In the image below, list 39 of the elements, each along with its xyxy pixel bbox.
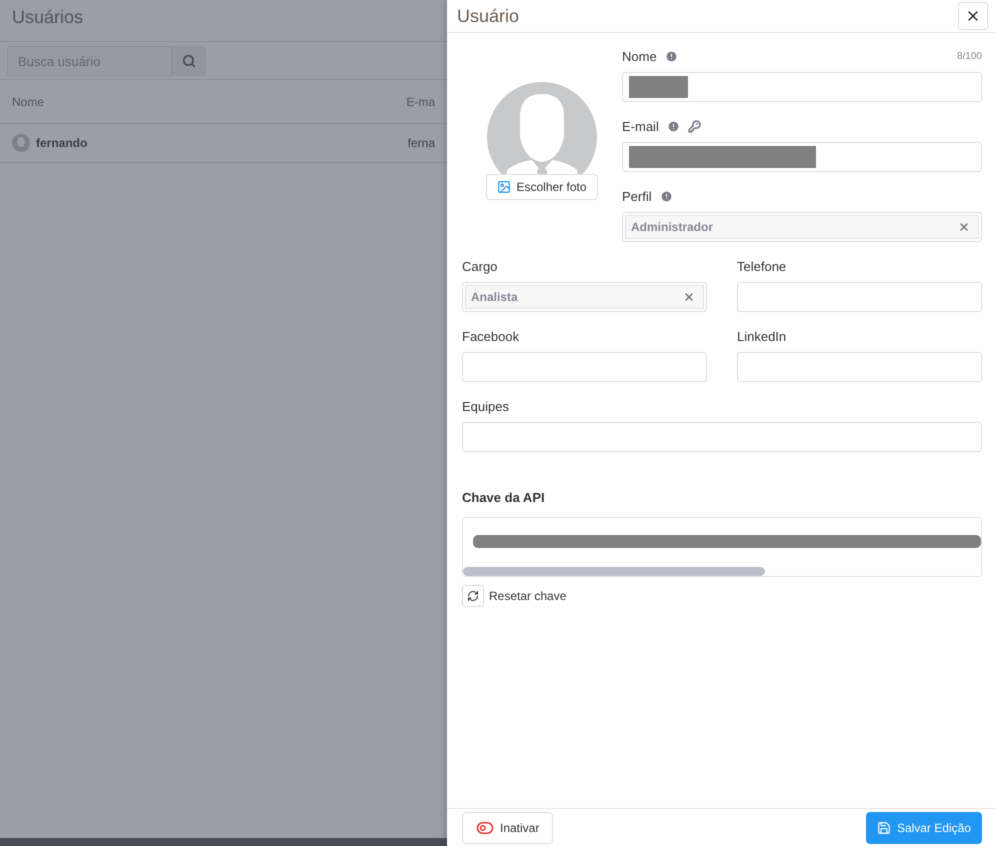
field-label: Equipes xyxy=(462,398,509,414)
input-field[interactable] xyxy=(462,352,707,382)
input-field[interactable] xyxy=(462,422,982,452)
table-cell: ferna xyxy=(408,136,435,150)
image-icon xyxy=(497,180,512,194)
field-label: Cargo xyxy=(462,258,498,274)
section-title: Chave da API xyxy=(462,490,546,505)
field-label: Telefone xyxy=(737,258,786,274)
reset-key-button[interactable]: Resetar chave xyxy=(489,589,566,603)
field-label: LinkedIn xyxy=(737,328,786,344)
drawer-title: Usuário xyxy=(457,6,520,26)
field-label: Facebook xyxy=(462,328,520,344)
api-key-field[interactable] xyxy=(462,517,982,577)
input-field[interactable] xyxy=(622,142,982,172)
save-icon xyxy=(876,820,891,834)
column-header: Nome xyxy=(12,94,46,108)
clear-icon[interactable] xyxy=(958,221,970,233)
selected-option: Analista xyxy=(471,290,518,304)
close-button[interactable] xyxy=(958,2,988,30)
field-label: Perfil xyxy=(622,188,652,204)
search-icon xyxy=(182,54,196,68)
search-button[interactable] xyxy=(172,46,206,76)
column-header: E-ma xyxy=(406,94,435,108)
refresh-icon xyxy=(467,590,479,602)
character-counter: 8/100 xyxy=(956,50,982,62)
input-field[interactable] xyxy=(737,352,982,382)
input-field[interactable] xyxy=(737,282,982,312)
field-label: E-mail xyxy=(622,118,659,134)
field-label: Nome xyxy=(622,48,657,64)
table-cell: fernando xyxy=(36,136,88,150)
avatar-icon xyxy=(12,134,30,152)
choose-photo-button[interactable]: Escolher foto xyxy=(486,174,598,200)
scrollbar-thumb[interactable] xyxy=(463,567,765,576)
refresh-button[interactable] xyxy=(462,585,484,607)
page-title: Usuários xyxy=(0,0,447,42)
selected-option: Administrador xyxy=(631,220,714,234)
input-field[interactable] xyxy=(622,72,982,102)
deactivate-button[interactable]: Inativar xyxy=(462,812,554,844)
clear-icon[interactable] xyxy=(683,291,695,303)
